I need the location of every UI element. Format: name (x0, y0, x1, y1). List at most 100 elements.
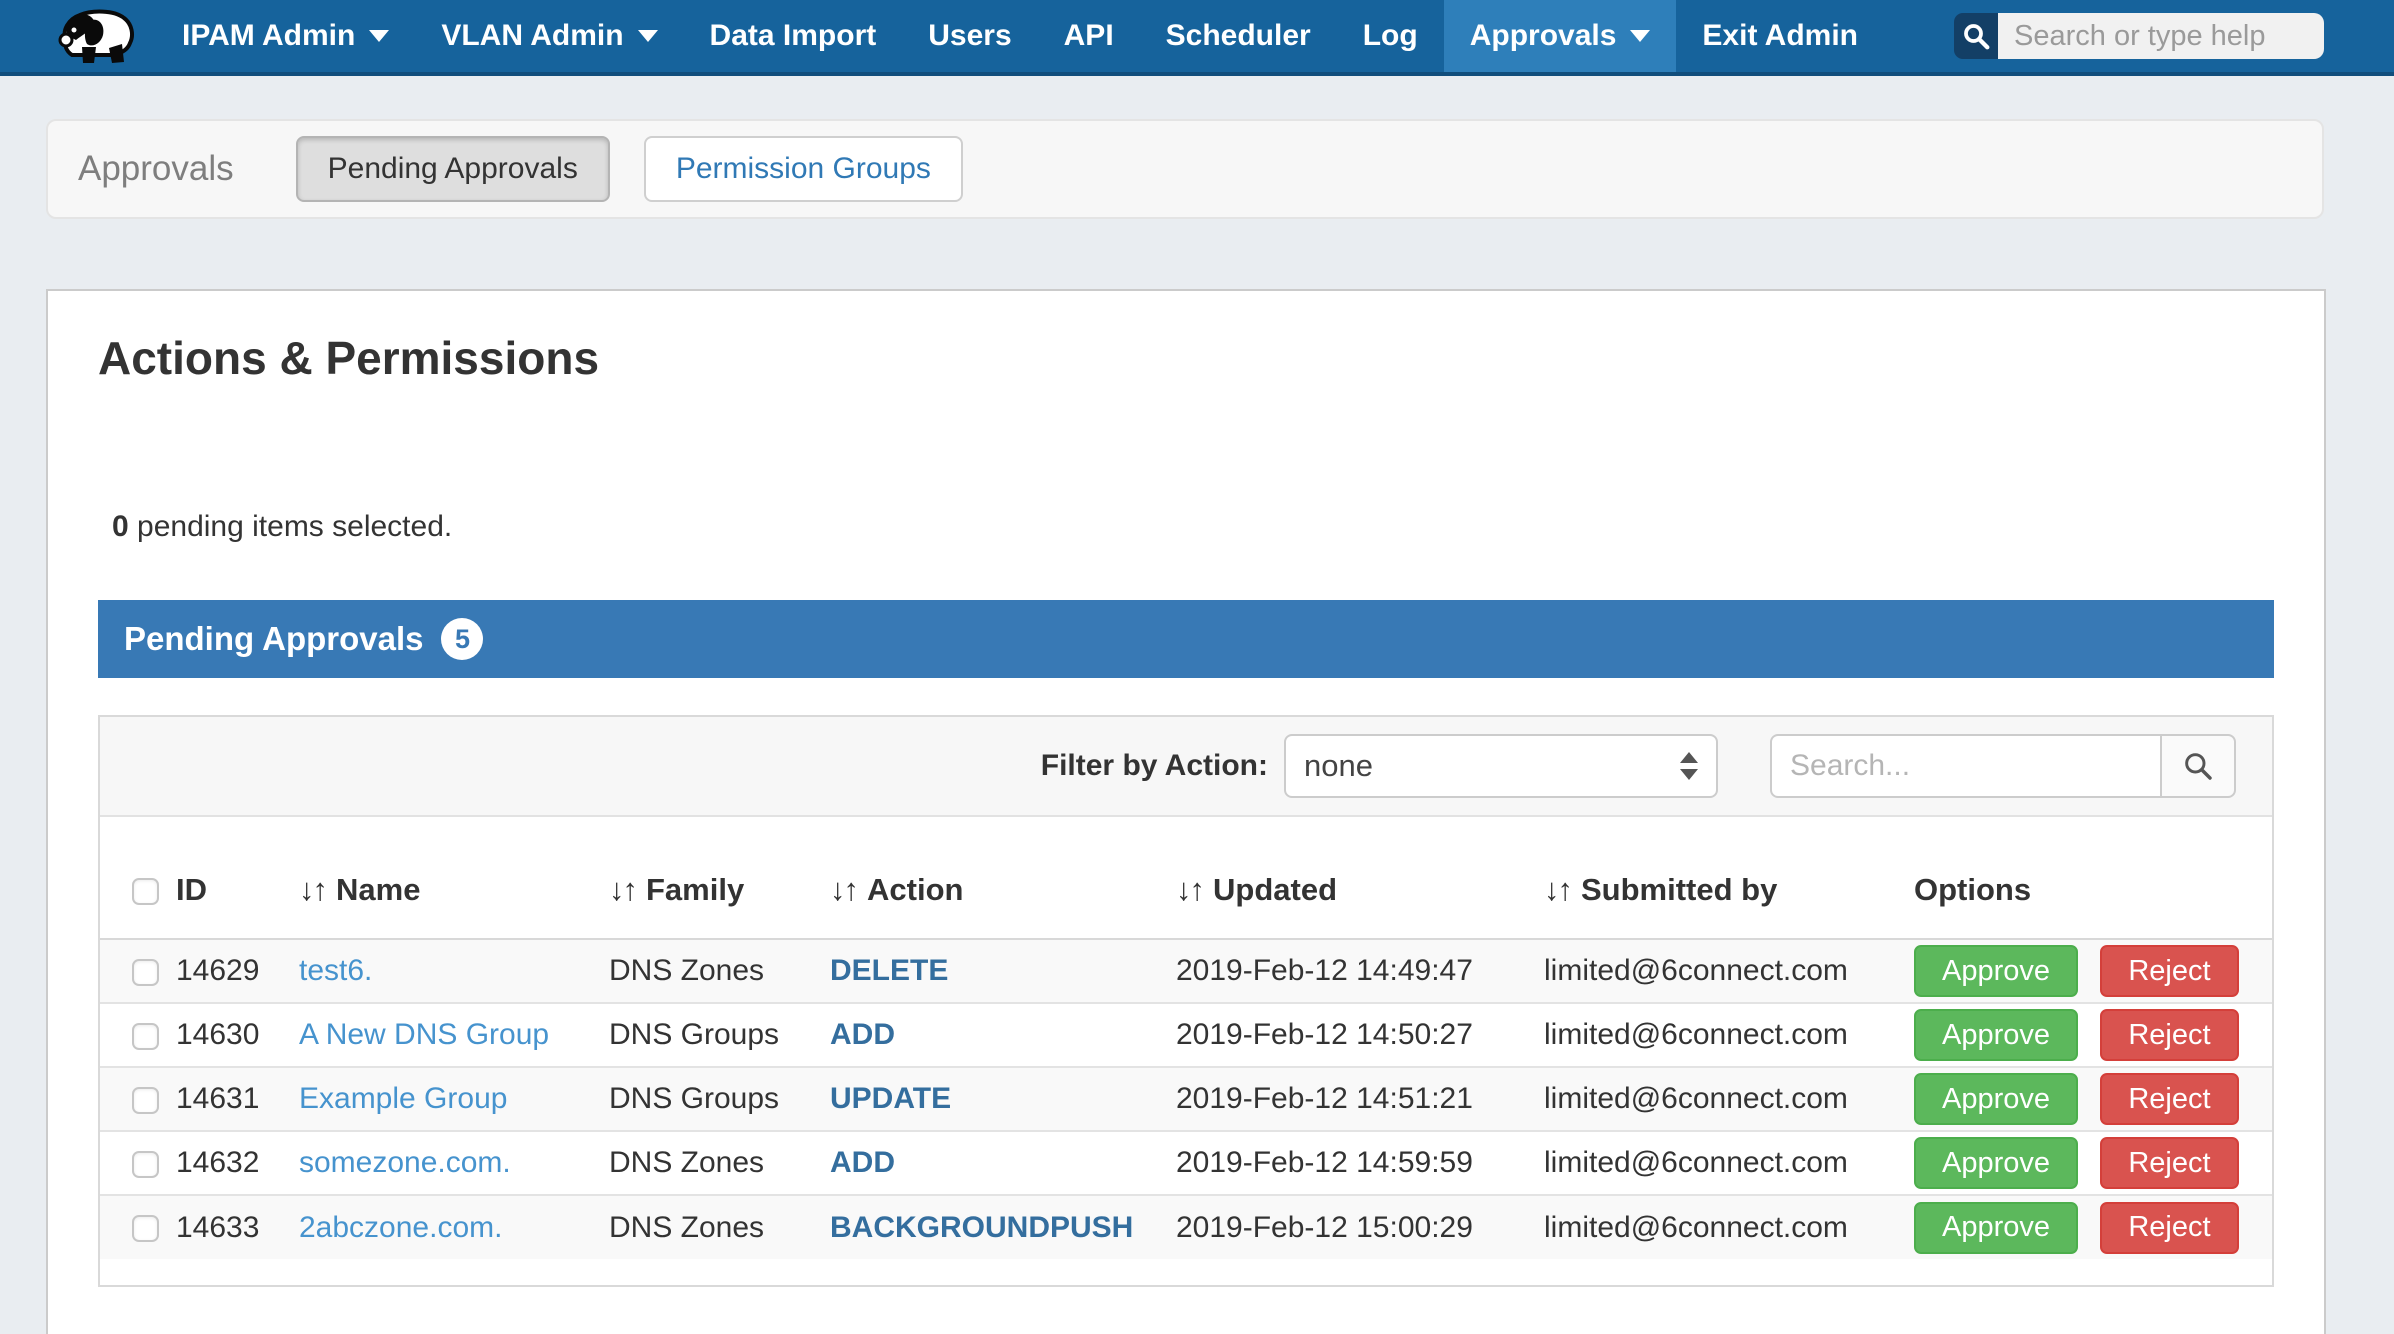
action-filter-value: none (1304, 748, 1373, 784)
sort-icon: ↓↑ (609, 872, 636, 907)
sort-icon: ↓↑ (830, 872, 857, 907)
sort-icon: ↓↑ (1176, 872, 1203, 907)
navbar-item-scheduler[interactable]: Scheduler (1140, 0, 1337, 72)
top-navbar: IPAM Admin VLAN Admin Data Import Users … (0, 0, 2394, 76)
approvals-table-container: Filter by Action: none (98, 715, 2274, 1287)
navbar-item-label: Log (1363, 19, 1418, 53)
row-action: BACKGROUNDPUSH (830, 1211, 1133, 1244)
column-header-submitted-by[interactable]: ↓↑Submitted by (1544, 817, 1914, 939)
approve-button[interactable]: Approve (1914, 945, 2078, 997)
table-search-group (1770, 734, 2236, 798)
row-action: DELETE (830, 954, 948, 987)
selected-count: 0 (112, 510, 129, 543)
action-filter-select[interactable]: none (1284, 734, 1718, 798)
table-row: 14631 Example Group DNS Groups UPDATE 20… (100, 1067, 2272, 1131)
navbar-search-button[interactable] (1954, 13, 1998, 59)
row-updated: 2019-Feb-12 14:49:47 (1176, 939, 1544, 1003)
search-icon (1961, 21, 1991, 51)
approvals-page-header: Approvals Pending Approvals Permission G… (46, 119, 2324, 219)
row-name-link[interactable]: test6. (299, 954, 372, 987)
chevron-down-icon (1630, 30, 1650, 42)
chevron-down-icon (369, 30, 389, 42)
row-updated: 2019-Feb-12 14:50:27 (1176, 1003, 1544, 1067)
row-family: DNS Groups (609, 1067, 830, 1131)
row-submitted-by: limited@6connect.com (1544, 1195, 1914, 1259)
column-header-options: Options (1914, 817, 2272, 939)
approve-button[interactable]: Approve (1914, 1137, 2078, 1189)
navbar-search (1954, 13, 2324, 59)
table-search-button[interactable] (2160, 734, 2236, 798)
row-name-link[interactable]: somezone.com. (299, 1146, 511, 1179)
navbar-item-vlan-admin[interactable]: VLAN Admin (415, 0, 683, 72)
column-header-id: ID (176, 817, 299, 939)
row-updated: 2019-Feb-12 15:00:29 (1176, 1195, 1544, 1259)
table-row: 14630 A New DNS Group DNS Groups ADD 201… (100, 1003, 2272, 1067)
navbar-item-data-import[interactable]: Data Import (684, 0, 903, 72)
row-checkbox[interactable] (132, 1087, 159, 1114)
column-header-updated[interactable]: ↓↑Updated (1176, 817, 1544, 939)
approve-button[interactable]: Approve (1914, 1073, 2078, 1125)
row-submitted-by: limited@6connect.com (1544, 939, 1914, 1003)
provision-logo[interactable] (52, 0, 136, 72)
table-row: 14632 somezone.com. DNS Zones ADD 2019-F… (100, 1131, 2272, 1195)
reject-button[interactable]: Reject (2100, 1137, 2238, 1189)
navbar-item-log[interactable]: Log (1337, 0, 1444, 72)
navbar-item-label: Scheduler (1166, 19, 1311, 53)
help-search-input[interactable] (1998, 13, 2324, 59)
column-header-name[interactable]: ↓↑Name (299, 817, 609, 939)
row-id: 14633 (176, 1195, 299, 1259)
approve-button[interactable]: Approve (1914, 1202, 2078, 1254)
row-updated: 2019-Feb-12 14:59:59 (1176, 1131, 1544, 1195)
row-submitted-by: limited@6connect.com (1544, 1003, 1914, 1067)
reject-button[interactable]: Reject (2100, 1202, 2238, 1254)
row-checkbox[interactable] (132, 1023, 159, 1050)
table-toolbar: Filter by Action: none (100, 717, 2272, 817)
row-action: ADD (830, 1146, 895, 1179)
navbar-item-api[interactable]: API (1038, 0, 1140, 72)
navbar-item-label: Exit Admin (1702, 19, 1858, 53)
approve-button[interactable]: Approve (1914, 1009, 2078, 1061)
navbar-item-label: Approvals (1470, 19, 1617, 53)
navbar-item-label: API (1064, 19, 1114, 53)
row-family: DNS Zones (609, 1131, 830, 1195)
row-name-link[interactable]: A New DNS Group (299, 1018, 549, 1051)
panda-logo-icon (52, 5, 136, 67)
actions-permissions-panel: Actions & Permissions 0 pending items se… (46, 289, 2326, 1334)
row-id: 14631 (176, 1067, 299, 1131)
row-checkbox[interactable] (132, 959, 159, 986)
row-name-link[interactable]: Example Group (299, 1082, 507, 1115)
row-id: 14632 (176, 1131, 299, 1195)
tab-pending-approvals[interactable]: Pending Approvals (296, 136, 610, 202)
column-header-action[interactable]: ↓↑Action (830, 817, 1176, 939)
row-checkbox[interactable] (132, 1215, 159, 1242)
navbar-item-label: Users (928, 19, 1011, 53)
navbar-item-users[interactable]: Users (902, 0, 1037, 72)
tab-permission-groups[interactable]: Permission Groups (644, 136, 963, 202)
panel-title: Actions & Permissions (98, 331, 2274, 385)
filter-by-action-label: Filter by Action: (1041, 749, 1268, 783)
table-search-input[interactable] (1770, 734, 2162, 798)
navbar-item-label: IPAM Admin (182, 19, 355, 53)
reject-button[interactable]: Reject (2100, 1009, 2238, 1061)
navbar-item-exit-admin[interactable]: Exit Admin (1676, 0, 1884, 72)
pending-approvals-table: ID ↓↑Name ↓↑Family ↓↑Action ↓↑Updated ↓↑… (100, 817, 2272, 1259)
row-checkbox[interactable] (132, 1151, 159, 1178)
reject-button[interactable]: Reject (2100, 1073, 2238, 1125)
row-family: DNS Zones (609, 1195, 830, 1259)
navbar-item-ipam-admin[interactable]: IPAM Admin (156, 0, 415, 72)
pending-count-badge: 5 (441, 618, 483, 660)
header-tabs: Pending Approvals Permission Groups (296, 136, 963, 202)
navbar-item-label: VLAN Admin (441, 19, 623, 53)
sort-icon: ↓↑ (1544, 872, 1571, 907)
row-id: 14629 (176, 939, 299, 1003)
select-stepper-icon (1680, 752, 1698, 780)
navbar-items: IPAM Admin VLAN Admin Data Import Users … (156, 0, 1884, 72)
table-row: 14629 test6. DNS Zones DELETE 2019-Feb-1… (100, 939, 2272, 1003)
select-all-checkbox[interactable] (132, 878, 159, 905)
row-name-link[interactable]: 2abczone.com. (299, 1211, 502, 1244)
column-header-family[interactable]: ↓↑Family (609, 817, 830, 939)
reject-button[interactable]: Reject (2100, 945, 2238, 997)
table-header-row: ID ↓↑Name ↓↑Family ↓↑Action ↓↑Updated ↓↑… (100, 817, 2272, 939)
row-id: 14630 (176, 1003, 299, 1067)
navbar-item-approvals[interactable]: Approvals (1444, 0, 1677, 72)
